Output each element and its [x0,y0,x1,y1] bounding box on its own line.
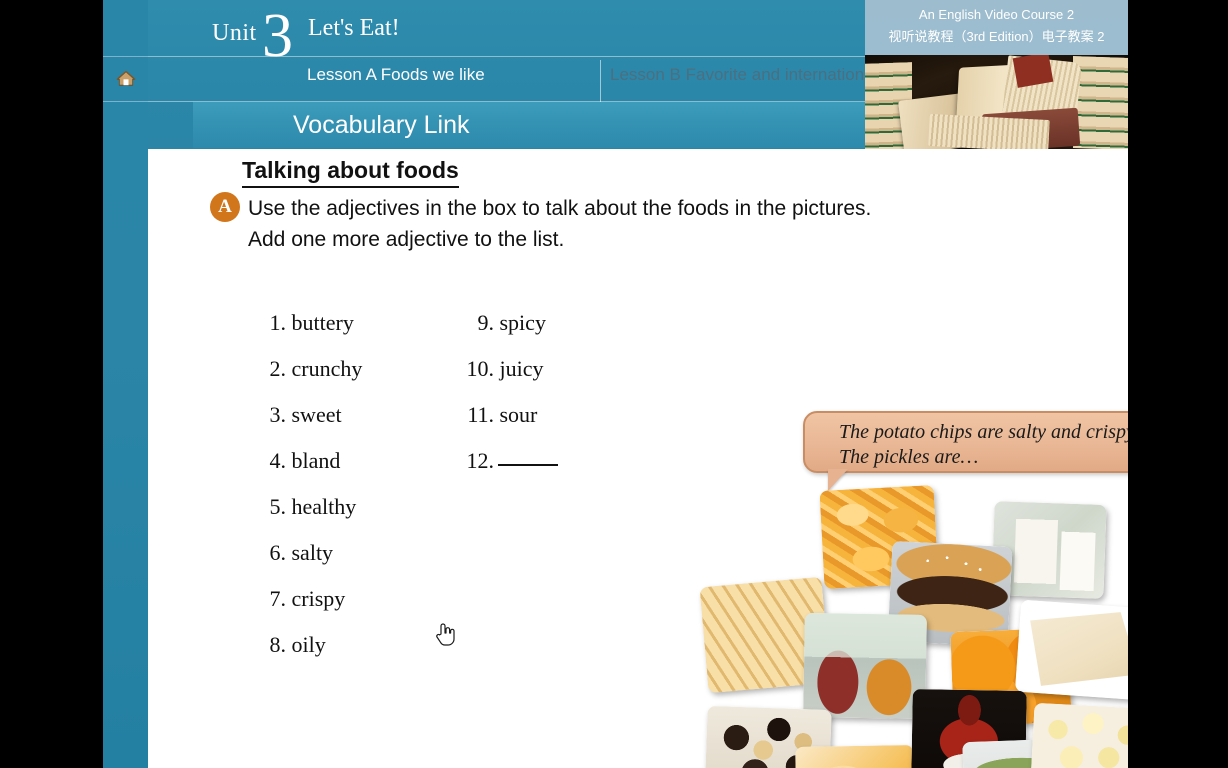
list-item[interactable]: 2. crunchy [260,354,363,400]
unit-number: 3 [262,2,293,70]
adjective-list-column-2: 9. spicy 10. juicy 11. sour 12. [460,308,558,492]
rail-divider-top [103,56,148,57]
list-word: spicy [499,310,546,335]
list-word: crispy [291,586,346,611]
list-word: juicy [499,356,544,381]
white-bread-photo [1014,599,1128,701]
list-number: 6. [269,540,287,565]
home-icon[interactable] [116,70,136,87]
speech-bubble-text: The potato chips are salty and crispy. T… [839,420,1128,470]
list-item[interactable]: 8. oily [260,630,362,676]
answer-blank[interactable] [498,464,558,466]
list-word: salty [291,540,334,565]
speech-line-1: The potato chips are salty and crispy. [839,421,1128,443]
list-word: buttery [291,310,354,335]
list-item[interactable]: 7. crispy [260,584,362,630]
section-bar-label: Vocabulary Link [293,111,470,139]
list-number: 10. [466,356,495,381]
list-item[interactable]: 9. spicy [460,308,558,354]
food-photo-collage [699,484,1128,768]
slide-toolbar [148,753,1128,768]
list-item[interactable]: 5. healthy [260,492,362,538]
left-rail [103,0,148,768]
activity-instruction: Use the adjectives in the box to talk ab… [248,197,872,251]
list-word: oily [291,632,326,657]
page-title: Talking about foods [242,157,459,188]
unit-header: Unit 3 Let's Eat! Lesson A Foods we like… [148,0,1128,149]
speech-line-2: The pickles are… [839,446,979,468]
list-word: bland [291,448,341,473]
list-number: 4. [269,448,287,473]
list-item[interactable]: 4. bland [260,446,362,492]
courseware-window: Unit 3 Let's Eat! Lesson A Foods we like… [103,0,1128,768]
list-word: sour [499,402,538,427]
rail-divider-bottom [103,101,148,102]
course-title-block: An English Video Course 2 视听说教程（3rd Edit… [865,0,1128,55]
list-item[interactable]: 1. buttery [260,308,362,354]
unit-title: Let's Eat! [308,15,400,41]
screen: Unit 3 Let's Eat! Lesson A Foods we like… [0,0,1228,768]
list-item[interactable]: 10. juicy [460,354,558,400]
list-number: 8. [269,632,287,657]
iced-tea-photo [803,612,927,720]
list-item[interactable]: 6. salty [260,538,362,584]
list-number: 1. [269,310,287,335]
list-number: 7. [269,586,287,611]
list-number: 12. [466,448,495,473]
pointing-hand-cursor [436,623,455,646]
list-number: 2. [269,356,287,381]
speech-bubble: The potato chips are salty and crispy. T… [803,411,1128,473]
list-number: 5. [269,494,287,519]
list-word: crunchy [291,356,363,381]
list-word: healthy [291,494,357,519]
list-item[interactable]: 11. sour [460,400,558,446]
unit-label: Unit [212,20,257,46]
list-number: 11. [467,402,494,427]
course-title-en: An English Video Course 2 [918,7,1075,22]
course-title-zh: 视听说教程（3rd Edition）电子教案 2 [888,29,1105,44]
list-number: 3. [269,402,287,427]
list-item[interactable]: 3. sweet [260,400,362,446]
books-photo [865,55,1128,149]
slide-content: Talking about foods A Use the adjectives… [148,149,1128,768]
adjective-list-column-1: 1. buttery 2. crunchy 3. sweet 4. bland … [260,308,363,676]
tab-lesson-a[interactable]: Lesson A Foods we like [307,65,485,85]
list-number: 9. [477,310,495,335]
list-item-blank[interactable]: 12. [460,446,558,492]
lesson-tab-divider [600,60,601,102]
list-word: sweet [291,402,342,427]
activity-badge: A [210,192,240,222]
